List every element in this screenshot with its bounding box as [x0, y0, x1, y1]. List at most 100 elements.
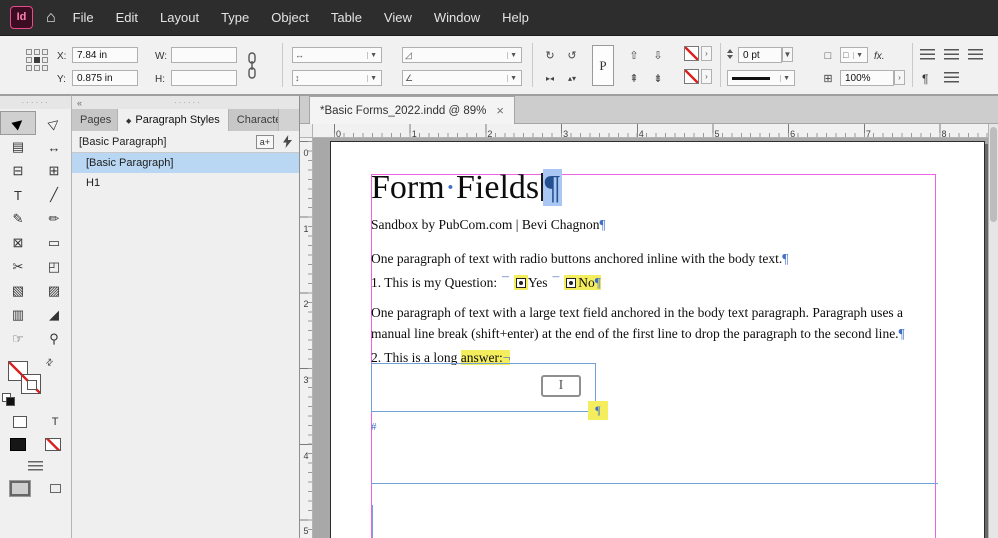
radio-field-yes[interactable]	[513, 275, 528, 290]
corner-options-button[interactable]: □	[818, 47, 838, 64]
gradient-feather-tool[interactable]: ▨	[36, 279, 72, 303]
doc-question-line[interactable]: 1. This is my Question: ¯ Yes ¯ No¶	[371, 272, 601, 293]
dock-grip[interactable]: ······	[174, 98, 202, 107]
view-zoom-flyout[interactable]: ›	[894, 70, 905, 85]
stroke-weight-input[interactable]	[738, 47, 782, 63]
scale-y-combo[interactable]: ↕ ▼	[292, 70, 382, 86]
scissors-tool[interactable]: ✂	[0, 255, 36, 279]
style-list-item[interactable]: H1	[72, 173, 299, 193]
stroke-type-combo[interactable]: ▼	[727, 70, 795, 86]
menu-item[interactable]: Help	[491, 0, 540, 36]
line-tool[interactable]: ╱	[36, 183, 72, 207]
swap-fill-stroke-icon[interactable]: ⇄	[43, 356, 56, 369]
stroke-swatch[interactable]	[21, 374, 41, 394]
vertical-ruler[interactable]: 0 1 2 3 4 5	[300, 138, 313, 538]
ruler-origin-corner[interactable]	[300, 124, 313, 138]
x-input[interactable]	[72, 47, 138, 63]
content-collector-tool[interactable]: ⊟	[0, 159, 36, 183]
tools-panel-grip[interactable]: ······	[0, 96, 71, 109]
h-input[interactable]	[171, 70, 237, 86]
stroke-color-swatch[interactable]	[684, 69, 699, 84]
stroke-color-flyout[interactable]: ›	[701, 69, 712, 84]
select-next-object-button[interactable]: ⇟	[648, 70, 668, 87]
fill-color-swatch[interactable]	[684, 46, 699, 61]
radio-field-no[interactable]: No¶	[564, 275, 601, 290]
home-icon[interactable]: ⌂	[46, 9, 56, 27]
scrollbar-thumb[interactable]	[990, 127, 997, 222]
rotate-cw-button[interactable]: ↻	[540, 47, 560, 64]
doc-title-line[interactable]: Form·Fields ¶	[371, 168, 563, 208]
flip-vertical-button[interactable]: ▴▾	[562, 70, 582, 87]
screen-mode-preview-button[interactable]	[50, 483, 61, 493]
horizontal-ruler[interactable]: 0 1 2 3 4 5 6 7 8	[313, 124, 988, 138]
free-transform-tool[interactable]: ◰	[36, 255, 72, 279]
content-placer-tool[interactable]: ⊞	[36, 159, 72, 183]
zoom-tool[interactable]: ⚲	[36, 327, 72, 351]
rectangle-tool[interactable]: ▭	[36, 231, 72, 255]
paragraph-spacing-icon[interactable]: ¶	[922, 72, 928, 86]
selection-tool[interactable]: ▶	[0, 111, 36, 135]
formatting-affects-text-button[interactable]: T	[52, 416, 59, 428]
select-content-button[interactable]: ⇩	[648, 47, 668, 64]
shear-angle-combo[interactable]: ∠ ▼	[402, 70, 522, 86]
menu-item[interactable]: View	[373, 0, 423, 36]
menu-item[interactable]: Object	[260, 0, 320, 36]
eyedropper-tool[interactable]: ◢	[36, 303, 72, 327]
baseline-options-button[interactable]	[944, 72, 959, 83]
corner-options-combo[interactable]: □ ▼	[840, 47, 868, 63]
hand-tool[interactable]: ☞	[0, 327, 36, 351]
apply-color-button[interactable]	[9, 437, 26, 451]
formatting-affects-container-button[interactable]	[12, 416, 27, 428]
align-left-button[interactable]	[920, 49, 935, 60]
vertical-scrollbar[interactable]	[988, 124, 998, 538]
apply-none-button[interactable]	[45, 437, 62, 451]
doc-paragraph-1[interactable]: One paragraph of text with radio buttons…	[371, 248, 788, 269]
menu-item[interactable]: Layout	[149, 0, 210, 36]
document-canvas[interactable]: Form·Fields ¶ Sandbox by PubCom.com | Bev…	[313, 138, 988, 538]
close-icon[interactable]: ×	[496, 103, 504, 118]
stroke-weight-stepper[interactable]	[727, 49, 733, 59]
fit-content-button[interactable]: ⊞	[818, 70, 838, 87]
constrain-dimensions-icon[interactable]	[246, 51, 258, 86]
clear-overrides-button[interactable]: a+	[255, 134, 274, 149]
align-center-button[interactable]	[944, 49, 959, 60]
style-list-item[interactable]: [Basic Paragraph]	[72, 153, 299, 173]
direct-selection-tool[interactable]: ▷	[36, 111, 72, 135]
screen-mode-normal-button[interactable]	[10, 480, 30, 496]
collapse-dock-button[interactable]: «	[77, 98, 82, 108]
scale-x-combo[interactable]: ↔ ▼	[292, 47, 382, 63]
gap-tool[interactable]: ↔	[36, 135, 72, 159]
fill-color-flyout[interactable]: ›	[701, 46, 712, 61]
pencil-tool[interactable]: ✏	[36, 207, 72, 231]
tab-pages[interactable]: Pages	[72, 109, 118, 131]
y-input[interactable]	[72, 70, 138, 86]
flip-horizontal-button[interactable]: ▸◂	[540, 70, 560, 87]
rotate-ccw-button[interactable]: ↺	[562, 47, 582, 64]
menu-item[interactable]: Type	[210, 0, 260, 36]
reference-point-proxy[interactable]	[26, 49, 48, 71]
menu-item[interactable]: Window	[423, 0, 491, 36]
view-zoom-input[interactable]	[840, 70, 894, 86]
pen-tool[interactable]: ✎	[0, 207, 36, 231]
align-justify-button[interactable]	[968, 49, 983, 60]
page-tool[interactable]: ▤	[0, 135, 36, 159]
document-tab[interactable]: *Basic Forms_2022.indd @ 89% ×	[309, 96, 515, 124]
w-input[interactable]	[171, 47, 237, 63]
menu-item[interactable]: Table	[320, 0, 373, 36]
type-tool[interactable]: T	[0, 183, 36, 207]
select-previous-object-button[interactable]: ⇞	[624, 70, 644, 87]
effects-button[interactable]: fx.	[874, 51, 885, 62]
radio-button-icon[interactable]	[515, 278, 526, 288]
doc-byline[interactable]: Sandbox by PubCom.com | Bevi Chagnon¶	[371, 214, 606, 235]
default-fill-stroke-icon[interactable]	[2, 393, 15, 406]
menu-item[interactable]: Edit	[105, 0, 149, 36]
note-tool[interactable]: ▥	[0, 303, 36, 327]
menu-item[interactable]: File	[62, 0, 105, 36]
tab-paragraph-styles[interactable]: ◆ Paragraph Styles	[118, 109, 229, 131]
gradient-swatch-tool[interactable]: ▧	[0, 279, 36, 303]
page[interactable]: Form·Fields ¶ Sandbox by PubCom.com | Bev…	[330, 141, 985, 538]
rotation-angle-combo[interactable]: ◿ ▼	[402, 47, 522, 63]
text-field-icon[interactable]: I	[541, 375, 581, 397]
stroke-weight-dropdown[interactable]: ▼	[782, 47, 793, 62]
rectangle-frame-tool[interactable]: ⊠	[0, 231, 36, 255]
